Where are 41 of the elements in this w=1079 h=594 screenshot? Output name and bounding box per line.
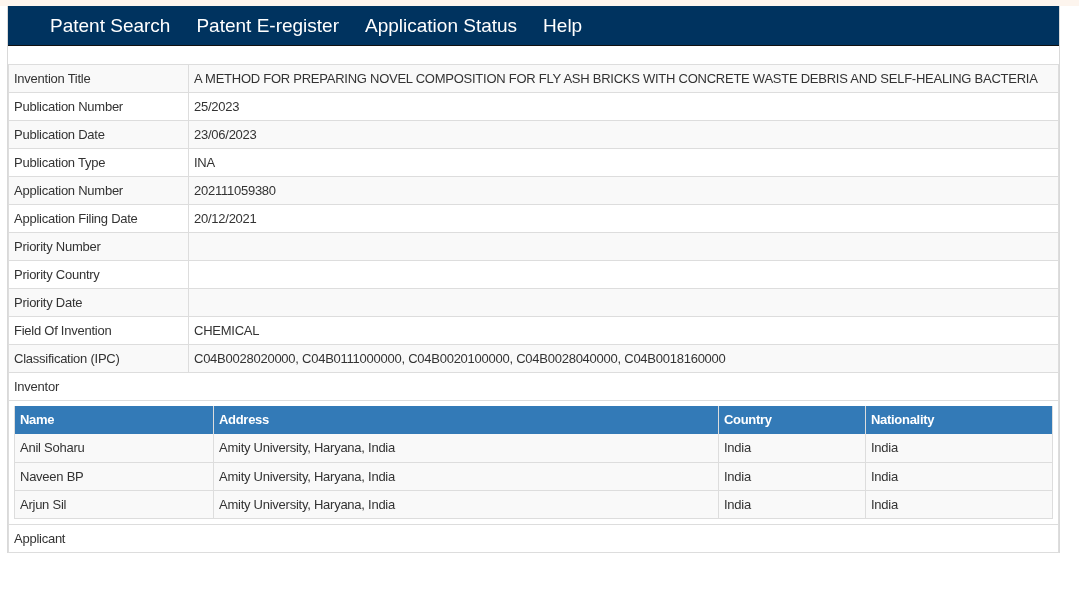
field-value: 23/06/2023	[194, 125, 257, 144]
field-value: 20/12/2021	[194, 209, 257, 228]
field-value: 202111059380	[194, 181, 276, 200]
table-cell: Amity University, Haryana, India	[214, 490, 719, 518]
table-cell: Arjun Sil	[15, 490, 214, 518]
table-cell: Amity University, Haryana, India	[214, 434, 719, 462]
table-cell: Naveen BP	[15, 462, 214, 490]
field-label: Priority Country	[14, 265, 100, 284]
field-label: Publication Number	[14, 97, 123, 116]
column-header: Country	[719, 406, 866, 434]
table-cell: India	[719, 462, 866, 490]
field-label: Classification (IPC)	[14, 349, 120, 368]
table-cell: India	[719, 434, 866, 462]
field-label: Publication Date	[14, 125, 105, 144]
field-label: Publication Type	[14, 153, 106, 172]
column-header: Address	[214, 406, 719, 434]
nav-link[interactable]: Help	[541, 12, 585, 39]
table-cell: India	[719, 490, 866, 518]
field-value: CHEMICAL	[194, 321, 260, 340]
nav-link[interactable]: Patent Search	[48, 12, 173, 39]
section-title: Applicant	[14, 529, 66, 548]
field-value: A METHOD FOR PREPARING NOVEL COMPOSITION FOR FLY ASH BRICKS WITH CONCRETE WASTE DEBRIS AND SELF-HEALING BACTERIA	[194, 69, 1038, 88]
column-header: Nationality	[866, 406, 1053, 434]
table-cell: India	[866, 490, 1053, 518]
field-value: C04B0028020000, C04B0111000000, C04B0020100000, C04B0028040000, C04B0018160000	[194, 349, 726, 368]
column-header: Name	[15, 406, 214, 434]
field-label: Priority Date	[14, 293, 83, 312]
table-cell: Amity University, Haryana, India	[214, 462, 719, 490]
field-label: Invention Title	[14, 69, 91, 88]
field-label: Field Of Invention	[14, 321, 112, 340]
section-title: Inventor	[14, 377, 59, 396]
table-cell: India	[866, 434, 1053, 462]
table-cell: Anil Soharu	[15, 434, 214, 462]
field-label: Priority Number	[14, 237, 101, 256]
field-label: Application Number	[14, 181, 123, 200]
nav-link[interactable]: Patent E-register	[194, 12, 341, 39]
nav-link[interactable]: Application Status	[363, 12, 520, 39]
table-cell: India	[866, 462, 1053, 490]
field-value: INA	[194, 153, 215, 172]
field-value: 25/2023	[194, 97, 240, 116]
field-label: Application Filing Date	[14, 209, 138, 228]
